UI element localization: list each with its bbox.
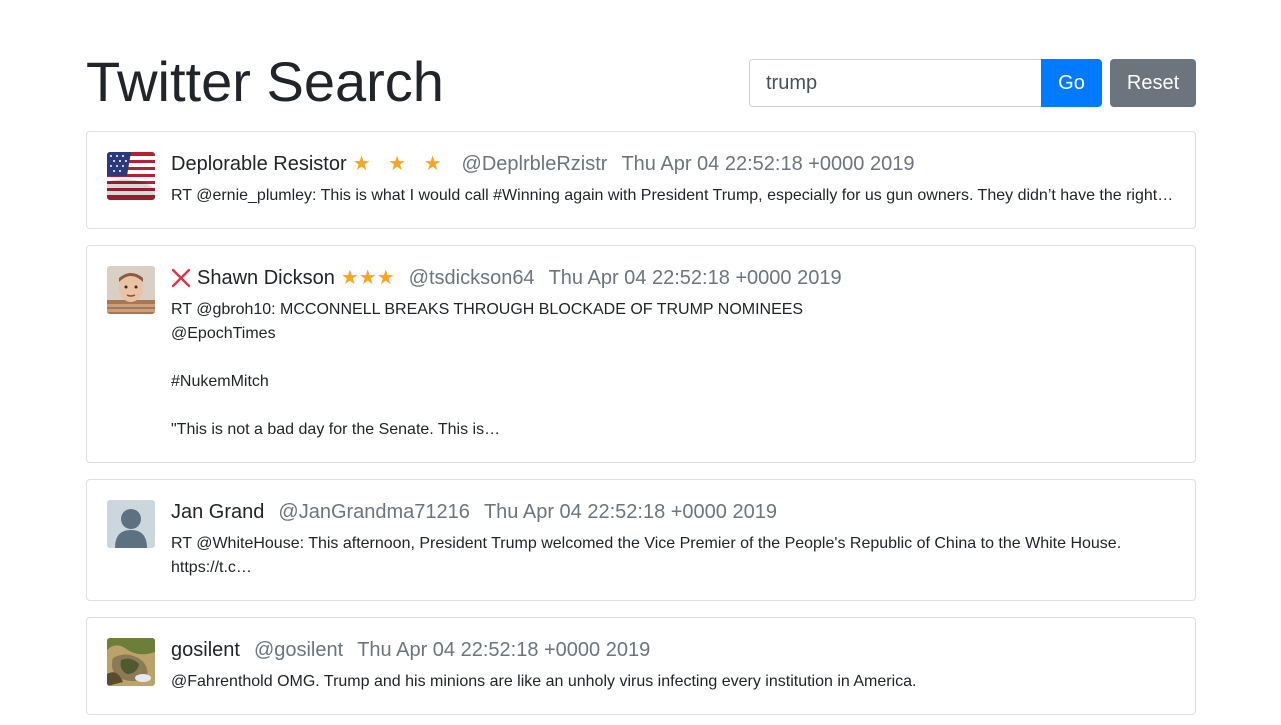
tweet-card: gosilent @gosilent Thu Apr 04 22:52:18 +… [86,617,1196,715]
tweet-text: @Fahrenthold OMG. Trump and his minions … [171,673,917,690]
tweet-date: Thu Apr 04 22:52:18 +0000 2019 [357,639,651,661]
american-flag-icon [107,152,155,200]
search-form: Go Reset [749,59,1196,107]
default-avatar-icon [107,500,155,548]
tweet-card: Deplorable Resistor ★ ★ ★ @DeplrbleRzist… [86,131,1196,229]
user-name[interactable]: Jan Grand [171,499,264,525]
tweet-header: Jan Grand @JanGrandma71216 Thu Apr 04 22… [171,499,1179,525]
tweet-date: Thu Apr 04 22:52:18 +0000 2019 [548,267,842,289]
user-handle[interactable]: @gosilent [254,637,343,663]
nature-photo-icon [107,638,155,686]
child-photo-icon [107,266,155,314]
tweet-date: Thu Apr 04 22:52:18 +0000 2019 [621,153,915,175]
tweet-text: RT @WhiteHouse: This afternoon, Presiden… [171,535,1122,576]
header: Twitter Search Go Reset [86,0,1196,131]
tweet-text: RT @gbroh10: MCCONNELL BREAKS THROUGH BL… [171,301,804,438]
reset-button[interactable]: Reset [1110,59,1196,107]
avatar[interactable] [107,152,155,200]
page-container: Twitter Search Go Reset [86,0,1196,715]
avatar[interactable] [107,266,155,314]
tweet-card: Jan Grand @JanGrandma71216 Thu Apr 04 22… [86,479,1196,601]
avatar[interactable] [107,500,155,548]
go-button[interactable]: Go [1041,59,1102,107]
user-name[interactable]: Shawn Dickson [197,265,335,291]
user-name[interactable]: gosilent [171,637,240,663]
x-mark-icon [171,268,191,288]
tweet-header: Deplorable Resistor ★ ★ ★ @DeplrbleRzist… [171,151,1179,177]
star-rating-icon: ★ ★ ★ [352,153,448,175]
page-title: Twitter Search [86,50,444,113]
star-rating-icon: ★★★ [340,267,395,289]
user-handle[interactable]: @DeplrbleRzistr [462,151,608,177]
tweet-date: Thu Apr 04 22:52:18 +0000 2019 [483,501,777,523]
avatar[interactable] [107,638,155,686]
search-input[interactable] [749,59,1041,107]
user-name[interactable]: Deplorable Resistor [171,151,347,177]
tweet-header: gosilent @gosilent Thu Apr 04 22:52:18 +… [171,637,1179,663]
user-handle[interactable]: @tsdickson64 [409,265,535,291]
tweet-header: Shawn Dickson ★★★ @tsdickson64 Thu Apr 0… [171,265,1179,291]
tweet-text: RT @ernie_plumley: This is what I would … [171,187,1174,204]
tweet-card: Shawn Dickson ★★★ @tsdickson64 Thu Apr 0… [86,245,1196,463]
user-handle[interactable]: @JanGrandma71216 [278,499,470,525]
